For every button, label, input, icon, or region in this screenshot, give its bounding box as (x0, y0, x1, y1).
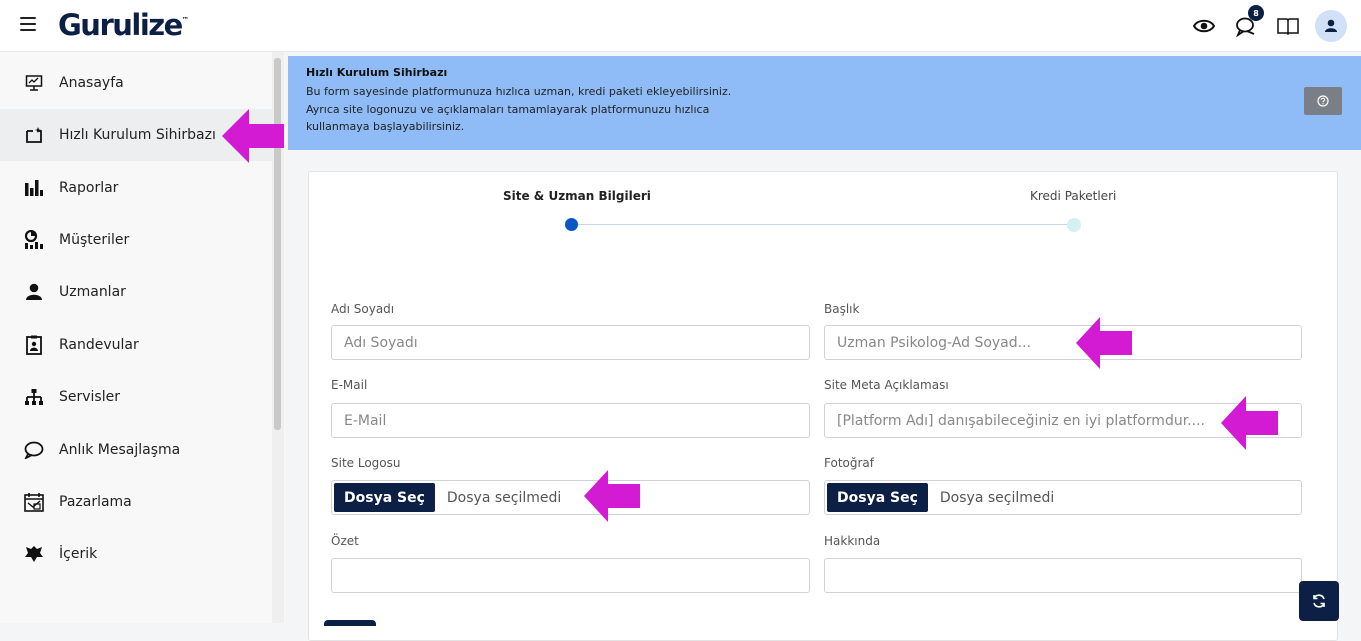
banner-text-line: Bu form sayesinde platformunuza hızlıca … (306, 85, 732, 98)
chat-icon[interactable]: 8 (1233, 5, 1264, 39)
sidebar-item-label: Anasayfa (59, 75, 124, 91)
menu-icon[interactable] (20, 17, 36, 31)
photo-file-input[interactable]: Dosya Seç Dosya seçilmedi (824, 480, 1302, 515)
help-button[interactable] (1304, 87, 1342, 115)
sidebar-item-uzmanlar[interactable]: Uzmanlar (0, 266, 272, 318)
hierarchy-icon (24, 387, 44, 407)
brand-name: Gurulize (58, 8, 183, 42)
sidebar-item-anasayfa[interactable]: Anasayfa (0, 57, 272, 109)
refresh-icon (1313, 594, 1325, 608)
banner-title: Hızlı Kurulum Sihirbazı (306, 66, 448, 79)
step-progress-line (574, 224, 1074, 225)
step-site-uzman[interactable]: Site & Uzman Bilgileri (503, 189, 651, 203)
experts-icon (24, 282, 44, 302)
banner-text-line: Ayrıca site logonuzu ve açıklamaları tam… (306, 103, 710, 116)
sidebar-item-label: İçerik (59, 546, 98, 562)
summary-label: Özet (331, 534, 359, 548)
appointment-icon (24, 335, 44, 355)
site-logo-label: Site Logosu (331, 456, 401, 470)
wizard-card: Site & Uzman Bilgileri Kredi Paketleri A… (308, 171, 1338, 641)
info-banner: Hızlı Kurulum Sihirbazı Bu form sayesind… (288, 56, 1361, 150)
highlight-arrow-logo (584, 470, 640, 522)
about-label: Hakkında (824, 534, 881, 548)
highlight-arrow-title (1076, 317, 1132, 369)
sidebar-item-label: Uzmanlar (59, 284, 126, 300)
email-label: E-Mail (331, 378, 368, 392)
choose-file-button[interactable]: Dosya Seç (827, 483, 928, 512)
user-avatar-icon[interactable] (1315, 10, 1347, 42)
summary-input[interactable] (331, 558, 810, 593)
email-input[interactable]: E-Mail (331, 403, 810, 438)
presentation-icon (24, 73, 44, 93)
highlight-arrow-sidebar (222, 109, 284, 163)
photo-label: Fotoğraf (824, 456, 874, 470)
meta-description-label: Site Meta Açıklaması (824, 378, 949, 392)
sidebar-item-label: Servisler (59, 389, 120, 405)
highlight-arrow-meta (1221, 396, 1278, 450)
about-input[interactable] (824, 558, 1302, 593)
sidebar-item-servisler[interactable]: Servisler (0, 371, 272, 423)
banner-text-line: kullanmaya başlayabilirsiniz. (306, 120, 465, 133)
bar-chart-icon (24, 178, 44, 198)
sidebar-item-anlik-mesajlasma[interactable]: Anlık Mesajlaşma (0, 424, 272, 476)
refresh-button[interactable] (1299, 581, 1339, 621)
sidebar-item-randevular[interactable]: Randevular (0, 319, 272, 371)
eye-icon[interactable] (1191, 13, 1217, 39)
sidebar-item-label: Hızlı Kurulum Sihirbazı (59, 127, 216, 143)
sidebar-item-icerik[interactable]: İçerik (0, 528, 272, 580)
sidebar-item-label: Pazarlama (59, 494, 132, 510)
step-kredi-paketleri[interactable]: Kredi Paketleri (1030, 189, 1116, 203)
choose-file-button[interactable]: Dosya Seç (334, 483, 435, 512)
sidebar-item-pazarlama[interactable]: Pazarlama (0, 476, 272, 528)
next-button[interactable] (324, 620, 376, 626)
sidebar-item-label: Anlık Mesajlaşma (59, 442, 181, 458)
book-icon[interactable] (1275, 13, 1301, 39)
no-file-text: Dosya seçilmedi (939, 489, 1055, 506)
sidebar-item-label: Randevular (59, 337, 139, 353)
notification-badge: 8 (1248, 5, 1264, 21)
brand-logo[interactable]: Gurulize™ (58, 8, 189, 42)
sidebar-item-label: Müşteriler (59, 232, 130, 248)
step-dot-active[interactable] (565, 218, 578, 231)
sidebar-item-musteriler[interactable]: Müşteriler (0, 214, 272, 266)
site-logo-file-input[interactable]: Dosya Seç Dosya seçilmedi (331, 480, 810, 515)
step-dot-inactive[interactable] (1067, 218, 1081, 232)
content-icon (24, 544, 44, 564)
title-label: Başlık (824, 302, 860, 316)
no-file-text: Dosya seçilmedi (446, 489, 562, 506)
setup-icon (24, 125, 44, 145)
brand-tm: ™ (181, 16, 189, 24)
top-bar: Gurulize™ 8 (0, 0, 1361, 52)
customers-icon (24, 230, 44, 250)
title-input[interactable]: Uzman Psikolog-Ad Soyad... (824, 325, 1302, 360)
sidebar-item-raporlar[interactable]: Raporlar (0, 162, 272, 214)
message-icon (24, 440, 44, 460)
marketing-icon (24, 492, 44, 512)
name-input[interactable]: Adı Soyadı (331, 325, 810, 360)
sidebar-item-label: Raporlar (59, 180, 119, 196)
question-icon (1317, 95, 1329, 107)
name-label: Adı Soyadı (331, 302, 395, 316)
header-icons: 8 (1175, 5, 1347, 42)
